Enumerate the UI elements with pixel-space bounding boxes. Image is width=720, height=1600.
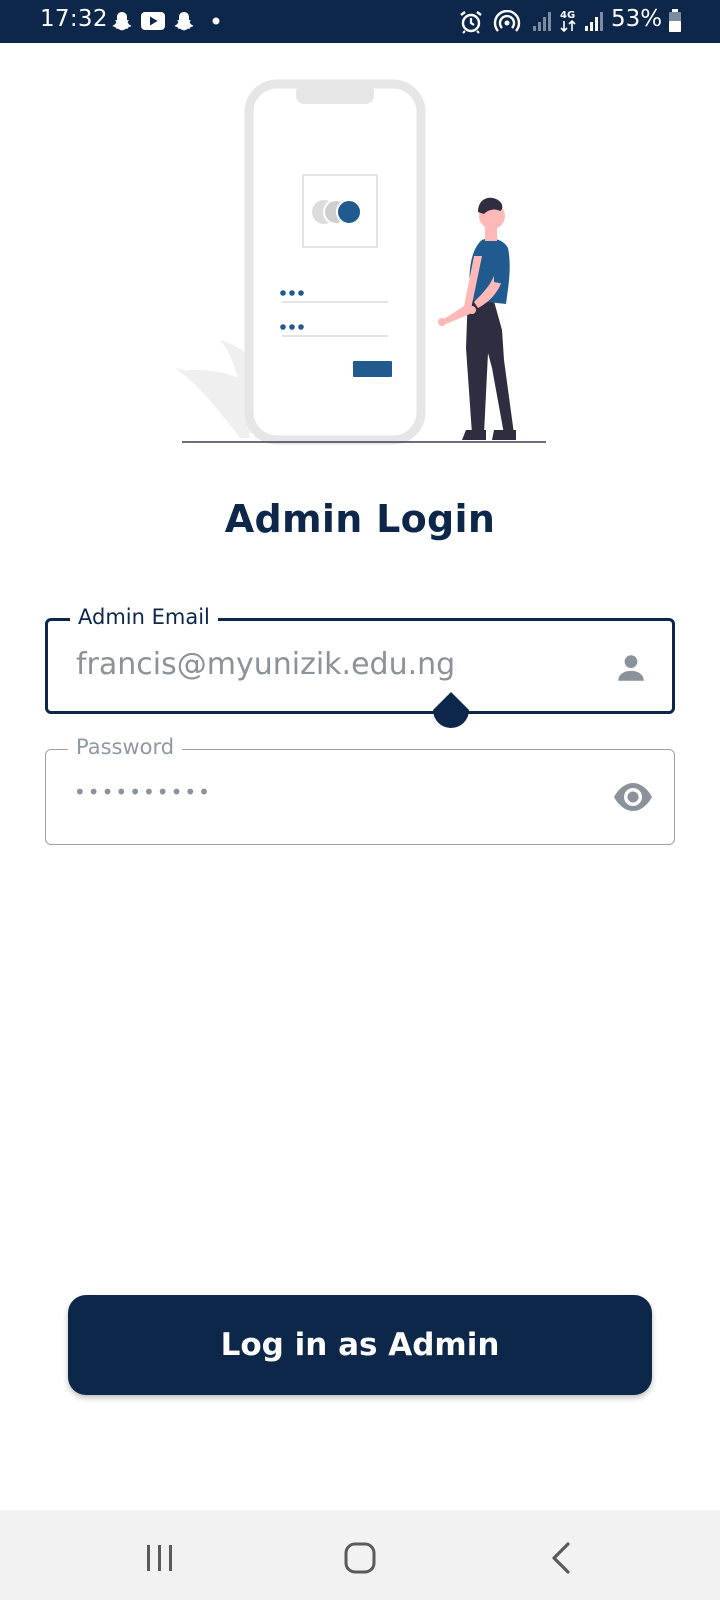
person-icon [618, 655, 644, 681]
4g-icon: 4G [560, 10, 576, 33]
signal-icon [533, 12, 551, 31]
person-graphic [438, 197, 516, 440]
snapchat-icon [174, 12, 194, 31]
login-as-admin-button[interactable]: Log in as Admin [68, 1295, 652, 1395]
svg-text:4G: 4G [560, 10, 575, 21]
password-field[interactable]: Password •••••••••• [45, 733, 675, 845]
recent-apps-icon[interactable] [140, 1538, 180, 1578]
home-icon[interactable] [340, 1538, 380, 1578]
youtube-icon [141, 12, 165, 30]
signal-icon [585, 12, 603, 31]
admin-email-field[interactable]: Admin Email francis@myunizik.edu.ng [45, 603, 675, 714]
admin-email-label: Admin Email [70, 603, 218, 631]
system-navigation-bar [0, 1510, 720, 1600]
back-icon[interactable] [542, 1538, 582, 1578]
snapchat-icon [112, 12, 132, 31]
eye-icon[interactable] [612, 780, 654, 814]
battery-percent: 53% [611, 6, 663, 32]
status-bar: 17:32 4G 53% [0, 0, 720, 43]
admin-login-screen: 17:32 4G 53% Admin Login Admin Email fra… [0, 0, 720, 1600]
notification-dot-icon [212, 17, 220, 25]
login-illustration [175, 79, 546, 445]
alarm-icon [460, 11, 482, 34]
password-label: Password [68, 733, 183, 761]
password-value[interactable]: •••••••••• [74, 780, 212, 804]
battery-icon [669, 9, 681, 32]
page-title: Admin Login [224, 497, 496, 541]
status-time: 17:32 [40, 6, 108, 32]
hotspot-icon [493, 10, 521, 32]
admin-email-value[interactable]: francis@myunizik.edu.ng [76, 647, 455, 682]
text-cursor-handle[interactable] [431, 692, 471, 736]
phone-graphic [244, 79, 426, 445]
